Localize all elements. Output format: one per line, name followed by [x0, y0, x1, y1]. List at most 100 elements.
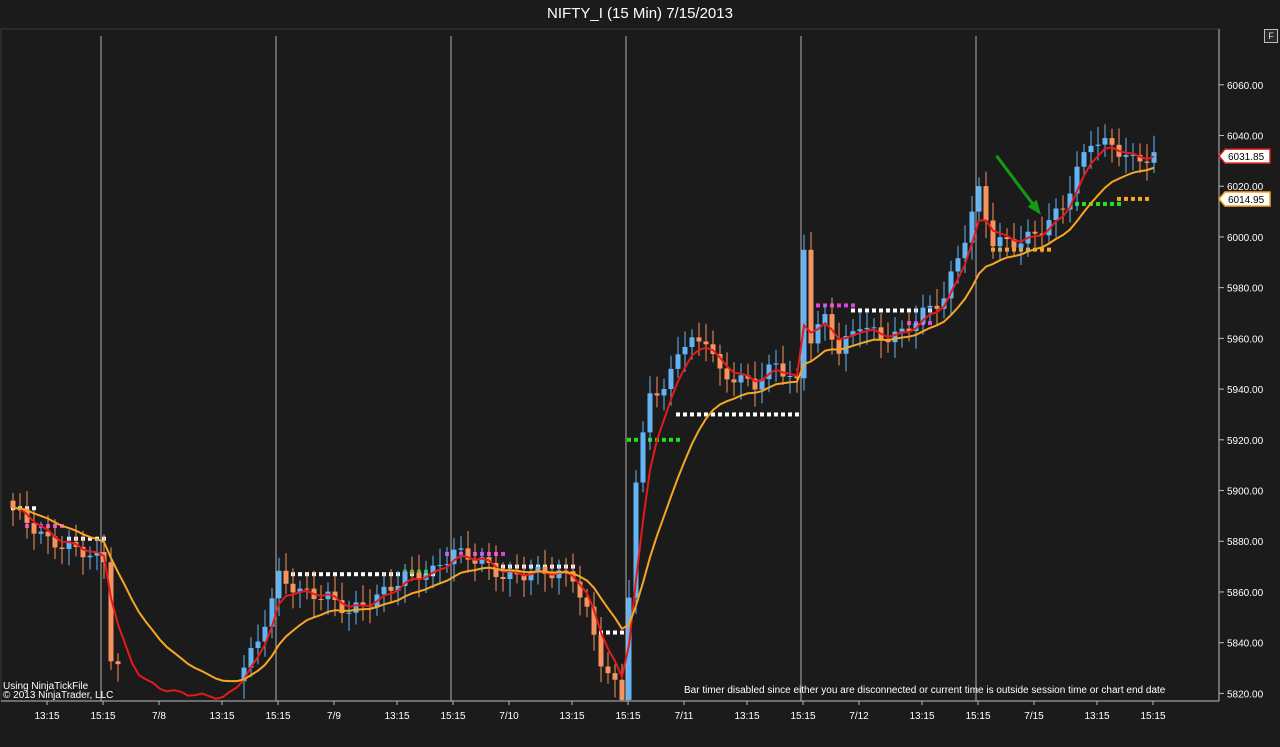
candle-body	[724, 368, 730, 380]
time-tick-label: 7/12	[849, 711, 869, 722]
candle-body	[871, 327, 877, 329]
level-dot	[690, 412, 694, 417]
level-dot	[375, 572, 379, 577]
candle-body	[773, 363, 779, 365]
level-dot	[788, 412, 792, 417]
candle-body	[738, 375, 744, 383]
price-marker-label: 6014.95	[1228, 195, 1265, 206]
candle-body	[934, 305, 940, 309]
candle-body	[962, 242, 968, 259]
candle-body	[1018, 243, 1024, 248]
candle-body	[388, 586, 394, 591]
candle-body	[108, 562, 114, 662]
time-tick-label: 13:15	[1084, 711, 1109, 722]
candle-body	[38, 531, 44, 534]
price-marker-label: 6031.85	[1228, 152, 1265, 163]
candle-body	[318, 599, 324, 601]
level-dot	[1047, 247, 1051, 252]
price-tick-label: 5820.00	[1227, 689, 1264, 700]
level-dot	[1117, 201, 1121, 206]
candle-body	[689, 337, 695, 347]
candle-body	[290, 583, 296, 593]
candle-body	[1088, 145, 1094, 153]
level-dot	[1124, 196, 1128, 201]
level-dot	[746, 412, 750, 417]
candle-body	[927, 305, 933, 308]
candle-body	[1102, 138, 1108, 145]
candle-body	[59, 547, 65, 550]
level-dot	[634, 437, 638, 442]
candle-body	[458, 548, 464, 550]
candle-body	[283, 570, 289, 584]
level-dot	[1103, 201, 1107, 206]
level-dot	[781, 412, 785, 417]
level-dot	[767, 412, 771, 417]
candle-body	[983, 186, 989, 221]
candle-body	[836, 339, 842, 354]
level-dot	[879, 308, 883, 313]
level-dot	[298, 572, 302, 577]
level-dot	[886, 308, 890, 313]
level-dot	[683, 412, 687, 417]
time-tick-label: 13:15	[34, 711, 59, 722]
time-tick-label: 15:15	[265, 711, 290, 722]
candle-body	[1123, 155, 1129, 157]
price-tick-label: 5900.00	[1227, 487, 1264, 498]
price-chart[interactable]: 5820.00 5840.00 5860.00 5880.00 5900.00 5920.…	[0, 28, 1280, 747]
candle-body	[87, 555, 93, 558]
price-tick-label: 5920.00	[1227, 436, 1264, 447]
candle-body	[990, 220, 996, 247]
level-dot	[851, 303, 855, 308]
level-dot	[753, 412, 757, 417]
candle-body	[703, 341, 709, 345]
level-dot	[669, 437, 673, 442]
level-dot	[718, 412, 722, 417]
candle-body	[304, 588, 310, 590]
time-tick-label: 15:15	[440, 711, 465, 722]
candle-body	[864, 327, 870, 330]
candle-body	[409, 571, 415, 573]
level-dot	[606, 630, 610, 635]
candle-body	[381, 586, 387, 595]
candle-body	[1032, 231, 1038, 234]
candle-body	[892, 331, 898, 343]
level-dot	[1138, 196, 1142, 201]
candle-body	[675, 354, 681, 369]
level-dot	[319, 572, 323, 577]
candle-body	[1060, 208, 1066, 210]
candle-body	[605, 666, 611, 674]
time-tick-label: 7/8	[152, 711, 166, 722]
level-dot	[725, 412, 729, 417]
candle-body	[661, 388, 667, 396]
level-dot	[501, 551, 505, 556]
price-tick-label: 5880.00	[1227, 537, 1264, 548]
level-dot	[620, 630, 624, 635]
price-tick-label: 6040.00	[1227, 132, 1264, 143]
price-tick-label: 6000.00	[1227, 233, 1264, 244]
time-tick-label: 15:15	[615, 711, 640, 722]
level-dot	[851, 308, 855, 313]
price-tick-label: 5840.00	[1227, 639, 1264, 650]
candle-body	[276, 570, 282, 599]
level-dot	[907, 308, 911, 313]
level-dot	[1131, 196, 1135, 201]
level-dot	[347, 572, 351, 577]
level-dot	[1145, 196, 1149, 201]
level-dot	[795, 412, 799, 417]
price-tick-label: 5860.00	[1227, 588, 1264, 599]
time-tick-label: 15:15	[1140, 711, 1165, 722]
candle-body	[353, 602, 359, 613]
time-tick-label: 15:15	[90, 711, 115, 722]
time-tick-label: 15:15	[790, 711, 815, 722]
time-tick-label: 7/15	[1024, 711, 1044, 722]
level-dot	[354, 572, 358, 577]
level-dot	[676, 437, 680, 442]
candle-body	[976, 186, 982, 212]
candle-body	[10, 500, 16, 509]
chart-background	[0, 28, 1280, 747]
level-dot	[613, 630, 617, 635]
panel-format-button[interactable]: F	[1264, 29, 1278, 43]
level-dot	[872, 308, 876, 313]
candle-body	[640, 432, 646, 483]
candle-body	[787, 376, 793, 378]
